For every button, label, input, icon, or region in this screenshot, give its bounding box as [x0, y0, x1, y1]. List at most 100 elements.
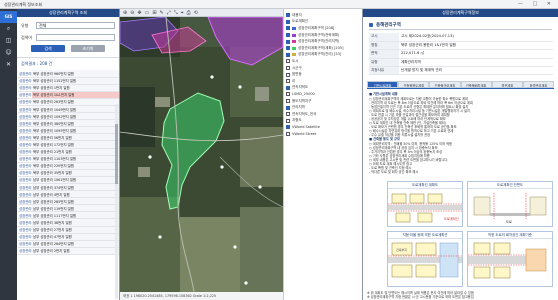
- plan-tab[interactable]: 건축물배치계획: [460, 81, 492, 89]
- result-row[interactable]: 성장관리구역2027남부 성장관리 27번지 일원: [18, 226, 119, 234]
- map-canvas[interactable]: [120, 17, 283, 292]
- type-select[interactable]: 전체: [36, 22, 115, 29]
- plan-tab[interactable]: 기반시설계획: [367, 81, 399, 89]
- map-marker[interactable]: [220, 165, 224, 169]
- result-row[interactable]: 성장관리구역2026남부 성장관리 38번지 일원: [18, 218, 119, 227]
- result-row[interactable]: 성장관리구역2022남부 성장관리 4번지 일원: [18, 190, 119, 199]
- layers-icon[interactable]: ◫: [0, 35, 17, 47]
- layer-item[interactable]: 읍면동: [286, 71, 362, 78]
- result-row[interactable]: 성장관리구역2028남부 성장관리 47번지 일원: [18, 233, 119, 241]
- map-tool-icon[interactable]: ⟲: [194, 10, 198, 16]
- user-icon[interactable]: ☺: [0, 47, 17, 59]
- layer-item[interactable]: 시군구: [286, 65, 362, 72]
- layer-checkbox[interactable]: [286, 66, 290, 71]
- result-row[interactable]: 성장관리구역2009북부 성장관리 263번지 일원: [18, 98, 119, 106]
- result-row[interactable]: 성장관리구역2011북부 성장관리 1092번지 일원: [18, 112, 119, 121]
- layer-item[interactable]: 대용지: [286, 12, 362, 19]
- layer-checkbox[interactable]: [286, 79, 290, 84]
- result-row[interactable]: 성장관리구역2024남부 성장관리 119번지 일원: [18, 204, 119, 213]
- result-row[interactable]: 성장관리구역2021남부 성장관리 374번지 일원: [18, 183, 119, 192]
- map-tool-icon[interactable]: ⤢: [167, 10, 171, 16]
- map-tool-icon[interactable]: ✎: [160, 10, 164, 16]
- map-tool-icon[interactable]: ⊖: [130, 10, 134, 16]
- search-button[interactable]: 검색: [31, 45, 65, 52]
- map-marker[interactable]: [258, 185, 262, 189]
- close-icon[interactable]: ✕: [0, 59, 17, 71]
- window-controls[interactable]: — □ ✕: [518, 1, 555, 7]
- map-marker[interactable]: [244, 281, 248, 285]
- layer-item[interactable]: VWorld Street: [286, 131, 362, 138]
- layer-checkbox[interactable]: [286, 52, 290, 57]
- layer-checkbox[interactable]: [286, 105, 290, 110]
- result-row[interactable]: 성장관리구역2029남부 성장관리 264번지 일원: [18, 240, 119, 248]
- layer-checkbox[interactable]: [286, 72, 290, 77]
- satellite-map[interactable]: [120, 17, 283, 292]
- result-scrollbar[interactable]: [115, 104, 118, 299]
- result-row[interactable]: 성장관리구역2006북부 성장관리 1152번지 일원: [18, 77, 119, 85]
- result-row[interactable]: 성장관리구역2017북부 성장관리 1103번지 일원: [18, 155, 119, 163]
- result-row[interactable]: 성장관리구역2023남부 성장관리 285번지 일원: [18, 197, 119, 206]
- search-icon[interactable]: ⌕: [0, 23, 17, 35]
- result-row[interactable]: 성장관리구역2012북부 성장관리 380번지 일원: [18, 119, 119, 128]
- layer-item[interactable]: 지형도: [286, 118, 362, 125]
- layer-item[interactable]: 성장관리계획구역(관리지역): [286, 38, 362, 45]
- layer-checkbox[interactable]: [286, 112, 290, 117]
- map-tool-icon[interactable]: ⎙: [187, 10, 191, 16]
- plan-tab[interactable]: 환경관리계획: [522, 81, 555, 89]
- layer-item[interactable]: 성장관리계획구역(관리) [53]: [286, 52, 362, 59]
- result-row[interactable]: 성장관리구역2015북부 성장관리 172번지 일원: [18, 140, 119, 149]
- result-row[interactable]: 성장관리구역2008북부 성장관리 1&1번지 일원: [18, 91, 119, 99]
- map-tool-icon[interactable]: ✥: [137, 10, 141, 16]
- plan-tab[interactable]: 경관계획: [491, 81, 523, 89]
- map-tool-icon[interactable]: ⊕: [123, 10, 127, 16]
- map-marker[interactable]: [210, 75, 214, 79]
- layer-item[interactable]: 성장관리계획구역 [208]: [286, 25, 362, 32]
- layer-checkbox[interactable]: [286, 19, 290, 24]
- layer-checkbox[interactable]: [286, 92, 290, 97]
- map-marker[interactable]: [238, 85, 242, 89]
- layer-checkbox[interactable]: [286, 26, 290, 31]
- result-row[interactable]: 성장관리구역2019북부 성장관리 35번지 일원: [18, 169, 119, 177]
- result-row[interactable]: 성장관리구역2014북부 성장관리 56번지 일원: [18, 133, 119, 142]
- layer-checkbox[interactable]: [286, 131, 290, 136]
- layer-checkbox[interactable]: [286, 33, 290, 38]
- layer-item[interactable]: VWorld Satellite: [286, 124, 362, 131]
- map-tool-icon[interactable]: ⌖: [181, 10, 184, 16]
- layer-item[interactable]: LSMD_25000: [286, 91, 362, 98]
- layer-checkbox[interactable]: [286, 46, 290, 51]
- map-marker[interactable]: [158, 235, 162, 239]
- layer-checkbox[interactable]: [286, 59, 290, 64]
- layer-checkbox[interactable]: [286, 13, 290, 18]
- layer-item[interactable]: 성장관리계획구역(전략계획): [286, 32, 362, 39]
- reset-button[interactable]: 초기화: [71, 45, 105, 52]
- layer-checkbox[interactable]: [286, 99, 290, 104]
- layer-item[interactable]: 도로계획선: [286, 19, 362, 26]
- layer-item[interactable]: 성장관리계획구역(계획) [205]: [286, 45, 362, 52]
- result-row[interactable]: 성장관리구역2007북부 성장관리 1번지 일원: [18, 84, 119, 92]
- scrollbar-thumb[interactable]: [115, 124, 118, 184]
- layer-checkbox[interactable]: [286, 125, 290, 130]
- layer-item[interactable]: 연속지적도_전국: [286, 111, 362, 118]
- result-row[interactable]: 성장관리구역2025남부 성장관리 1117번지 일원: [18, 211, 119, 220]
- map-tool-icon[interactable]: ⊞: [152, 10, 156, 16]
- map-tool-icon[interactable]: ▭: [145, 10, 150, 16]
- layer-item[interactable]: 도시: [286, 58, 362, 65]
- result-row[interactable]: 성장관리구역2018북부 성장관리 220번지 일원: [18, 162, 119, 170]
- layer-item[interactable]: 리: [286, 78, 362, 85]
- result-row[interactable]: 성장관리구역2013북부 성장관리 1095번지 일원: [18, 126, 119, 135]
- result-row[interactable]: 성장관리구역2010북부 성장관리 1049번지 일원: [18, 105, 119, 114]
- keyword-input[interactable]: [36, 34, 115, 41]
- map-tool-icon[interactable]: ⤡: [174, 10, 178, 16]
- layer-item[interactable]: 연속지적도: [286, 85, 362, 92]
- result-row[interactable]: 성장관리구역2016북부 성장관리 21번지 일원: [18, 148, 119, 156]
- layer-item[interactable]: 관리지역: [286, 104, 362, 111]
- map-marker[interactable]: [233, 245, 237, 249]
- layer-checkbox[interactable]: [286, 118, 290, 123]
- layer-checkbox[interactable]: [286, 85, 290, 90]
- layer-item[interactable]: 용도지역지구: [286, 98, 362, 105]
- result-row[interactable]: 성장관리구역2005북부 성장관리 960번지 일원: [18, 70, 119, 78]
- map-marker[interactable]: [148, 155, 152, 159]
- layer-checkbox[interactable]: [286, 39, 290, 44]
- result-row[interactable]: 성장관리구역2030남부 성장관리 2번지 일원: [18, 247, 119, 255]
- plan-tab[interactable]: 건축물용도계획: [398, 81, 430, 89]
